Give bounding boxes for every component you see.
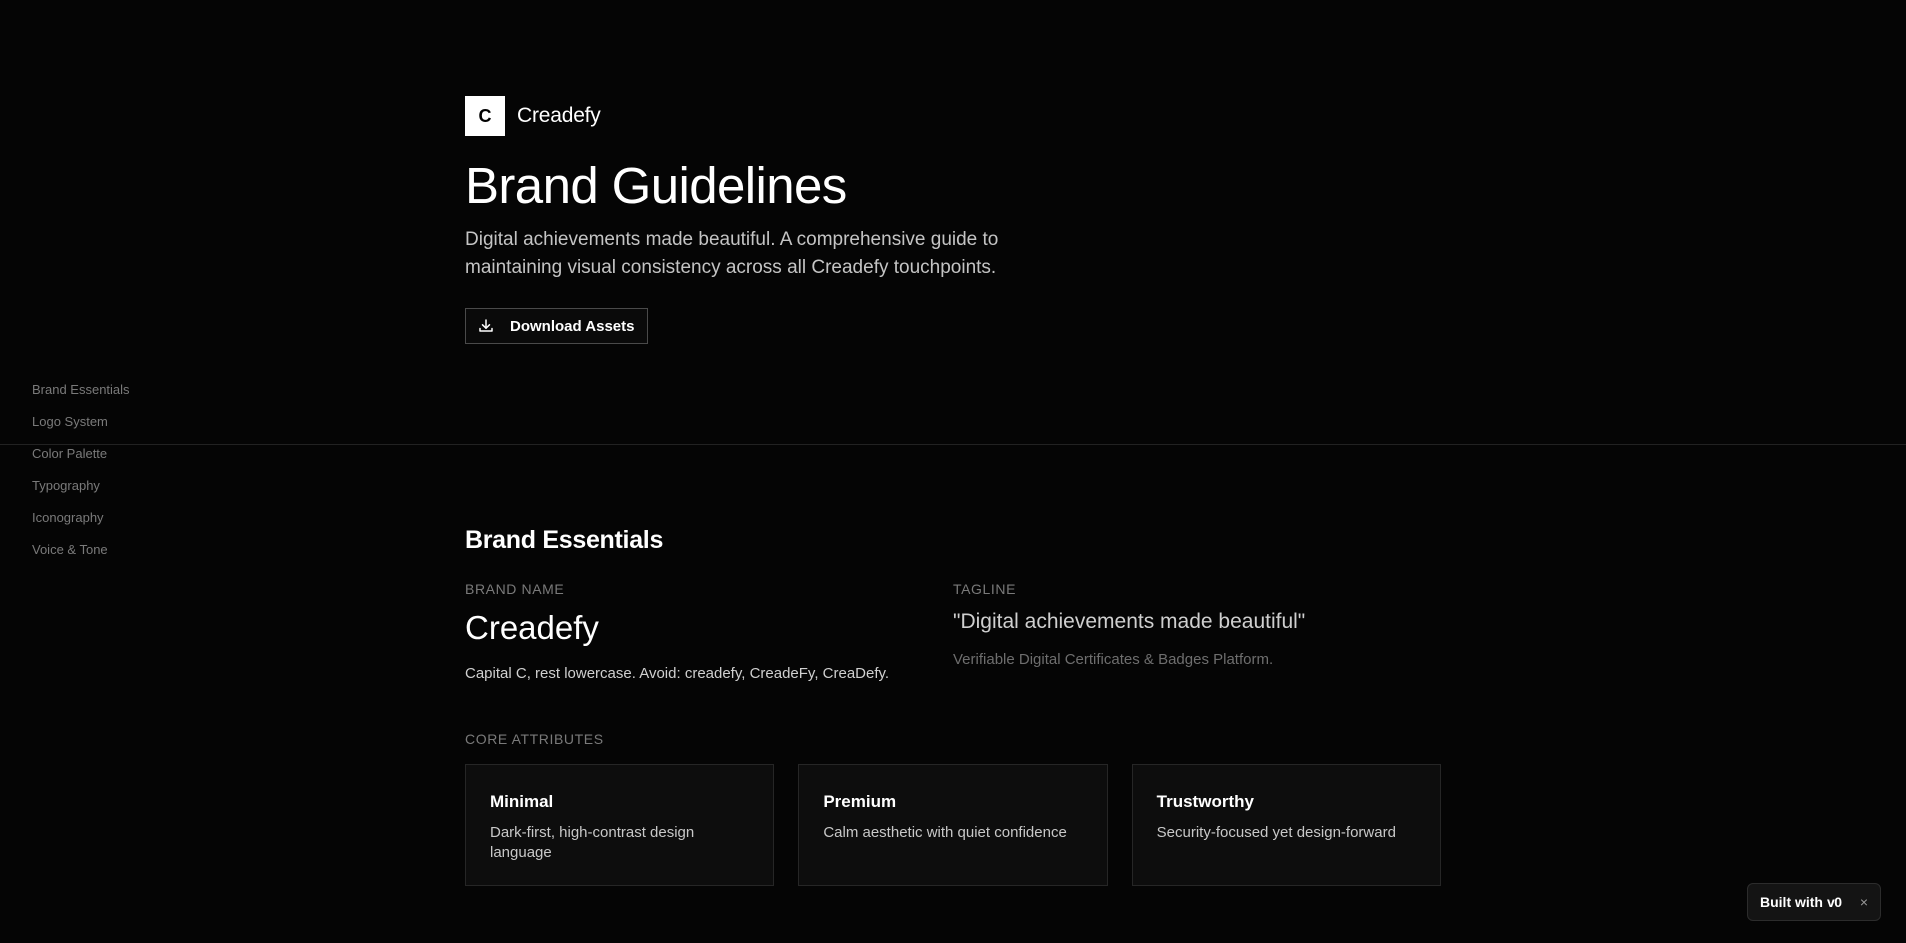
- download-assets-button[interactable]: Download Assets: [465, 308, 649, 344]
- section-title: Brand Essentials: [465, 526, 664, 554]
- v0-logo: v0: [1827, 894, 1842, 910]
- brand-info-grid: BRAND NAME Creadefy Capital C, rest lowe…: [465, 580, 1441, 684]
- brand-essentials-section: Brand Essentials BRAND NAME Creadefy Cap…: [465, 524, 1441, 886]
- section-divider: [0, 444, 1906, 445]
- core-attributes-cards: Minimal Dark-first, high-contrast design…: [465, 764, 1441, 886]
- attribute-title: Premium: [823, 792, 897, 811]
- tagline-value: "Digital achievements made beautiful": [953, 610, 1306, 633]
- attribute-description: Calm aesthetic with quiet confidence: [823, 824, 1067, 841]
- built-with-text: Built with: [1760, 894, 1823, 910]
- page-subtitle: Digital achievements made beautiful. A c…: [465, 229, 999, 278]
- sidebar-item-typography[interactable]: Typography: [32, 478, 130, 510]
- page-title: Brand Guidelines: [465, 157, 847, 214]
- attribute-title: Trustworthy: [1156, 792, 1254, 811]
- download-icon: [479, 319, 493, 332]
- attribute-title: Minimal: [490, 792, 554, 811]
- core-attributes-label: CORE ATTRIBUTES: [465, 731, 604, 747]
- attribute-card-premium: Premium Calm aesthetic with quiet confid…: [798, 764, 1108, 886]
- attribute-card-minimal: Minimal Dark-first, high-contrast design…: [465, 764, 775, 886]
- attribute-card-trustworthy: Trustworthy Security-focused yet design-…: [1131, 764, 1441, 886]
- attribute-description: Dark-first, high-contrast design languag…: [490, 824, 695, 861]
- sidebar-item-voice-tone[interactable]: Voice & Tone: [32, 542, 130, 574]
- brand-logo: C Creadefy: [465, 96, 1165, 136]
- close-icon[interactable]: ×: [1860, 894, 1868, 910]
- brand-name-block: BRAND NAME Creadefy Capital C, rest lowe…: [465, 580, 953, 684]
- tagline-block: TAGLINE "Digital achievements made beaut…: [953, 580, 1441, 684]
- brand-name-value: Creadefy: [465, 609, 599, 646]
- hero-section: C Creadefy Brand Guidelines Digital achi…: [465, 96, 1165, 344]
- sidebar-item-color-palette[interactable]: Color Palette: [32, 446, 130, 478]
- brand-name-label: BRAND NAME: [465, 581, 565, 597]
- sidebar-item-iconography[interactable]: Iconography: [32, 510, 130, 542]
- sidebar-nav: Brand Essentials Logo System Color Palet…: [32, 382, 130, 574]
- logo-wordmark: Creadefy: [517, 104, 601, 127]
- tagline-label: TAGLINE: [953, 581, 1017, 597]
- brand-name-note: Capital C, rest lowercase. Avoid: creade…: [465, 665, 890, 682]
- built-with-v0-badge[interactable]: Built with v0 ×: [1747, 883, 1881, 921]
- tagline-note: Verifiable Digital Certificates & Badges…: [953, 651, 1274, 668]
- sidebar-item-brand-essentials[interactable]: Brand Essentials: [32, 382, 130, 414]
- sidebar-item-logo-system[interactable]: Logo System: [32, 414, 130, 446]
- logo-mark: C: [465, 96, 505, 136]
- attribute-description: Security-focused yet design-forward: [1156, 824, 1396, 841]
- download-assets-label: Download Assets: [510, 317, 635, 335]
